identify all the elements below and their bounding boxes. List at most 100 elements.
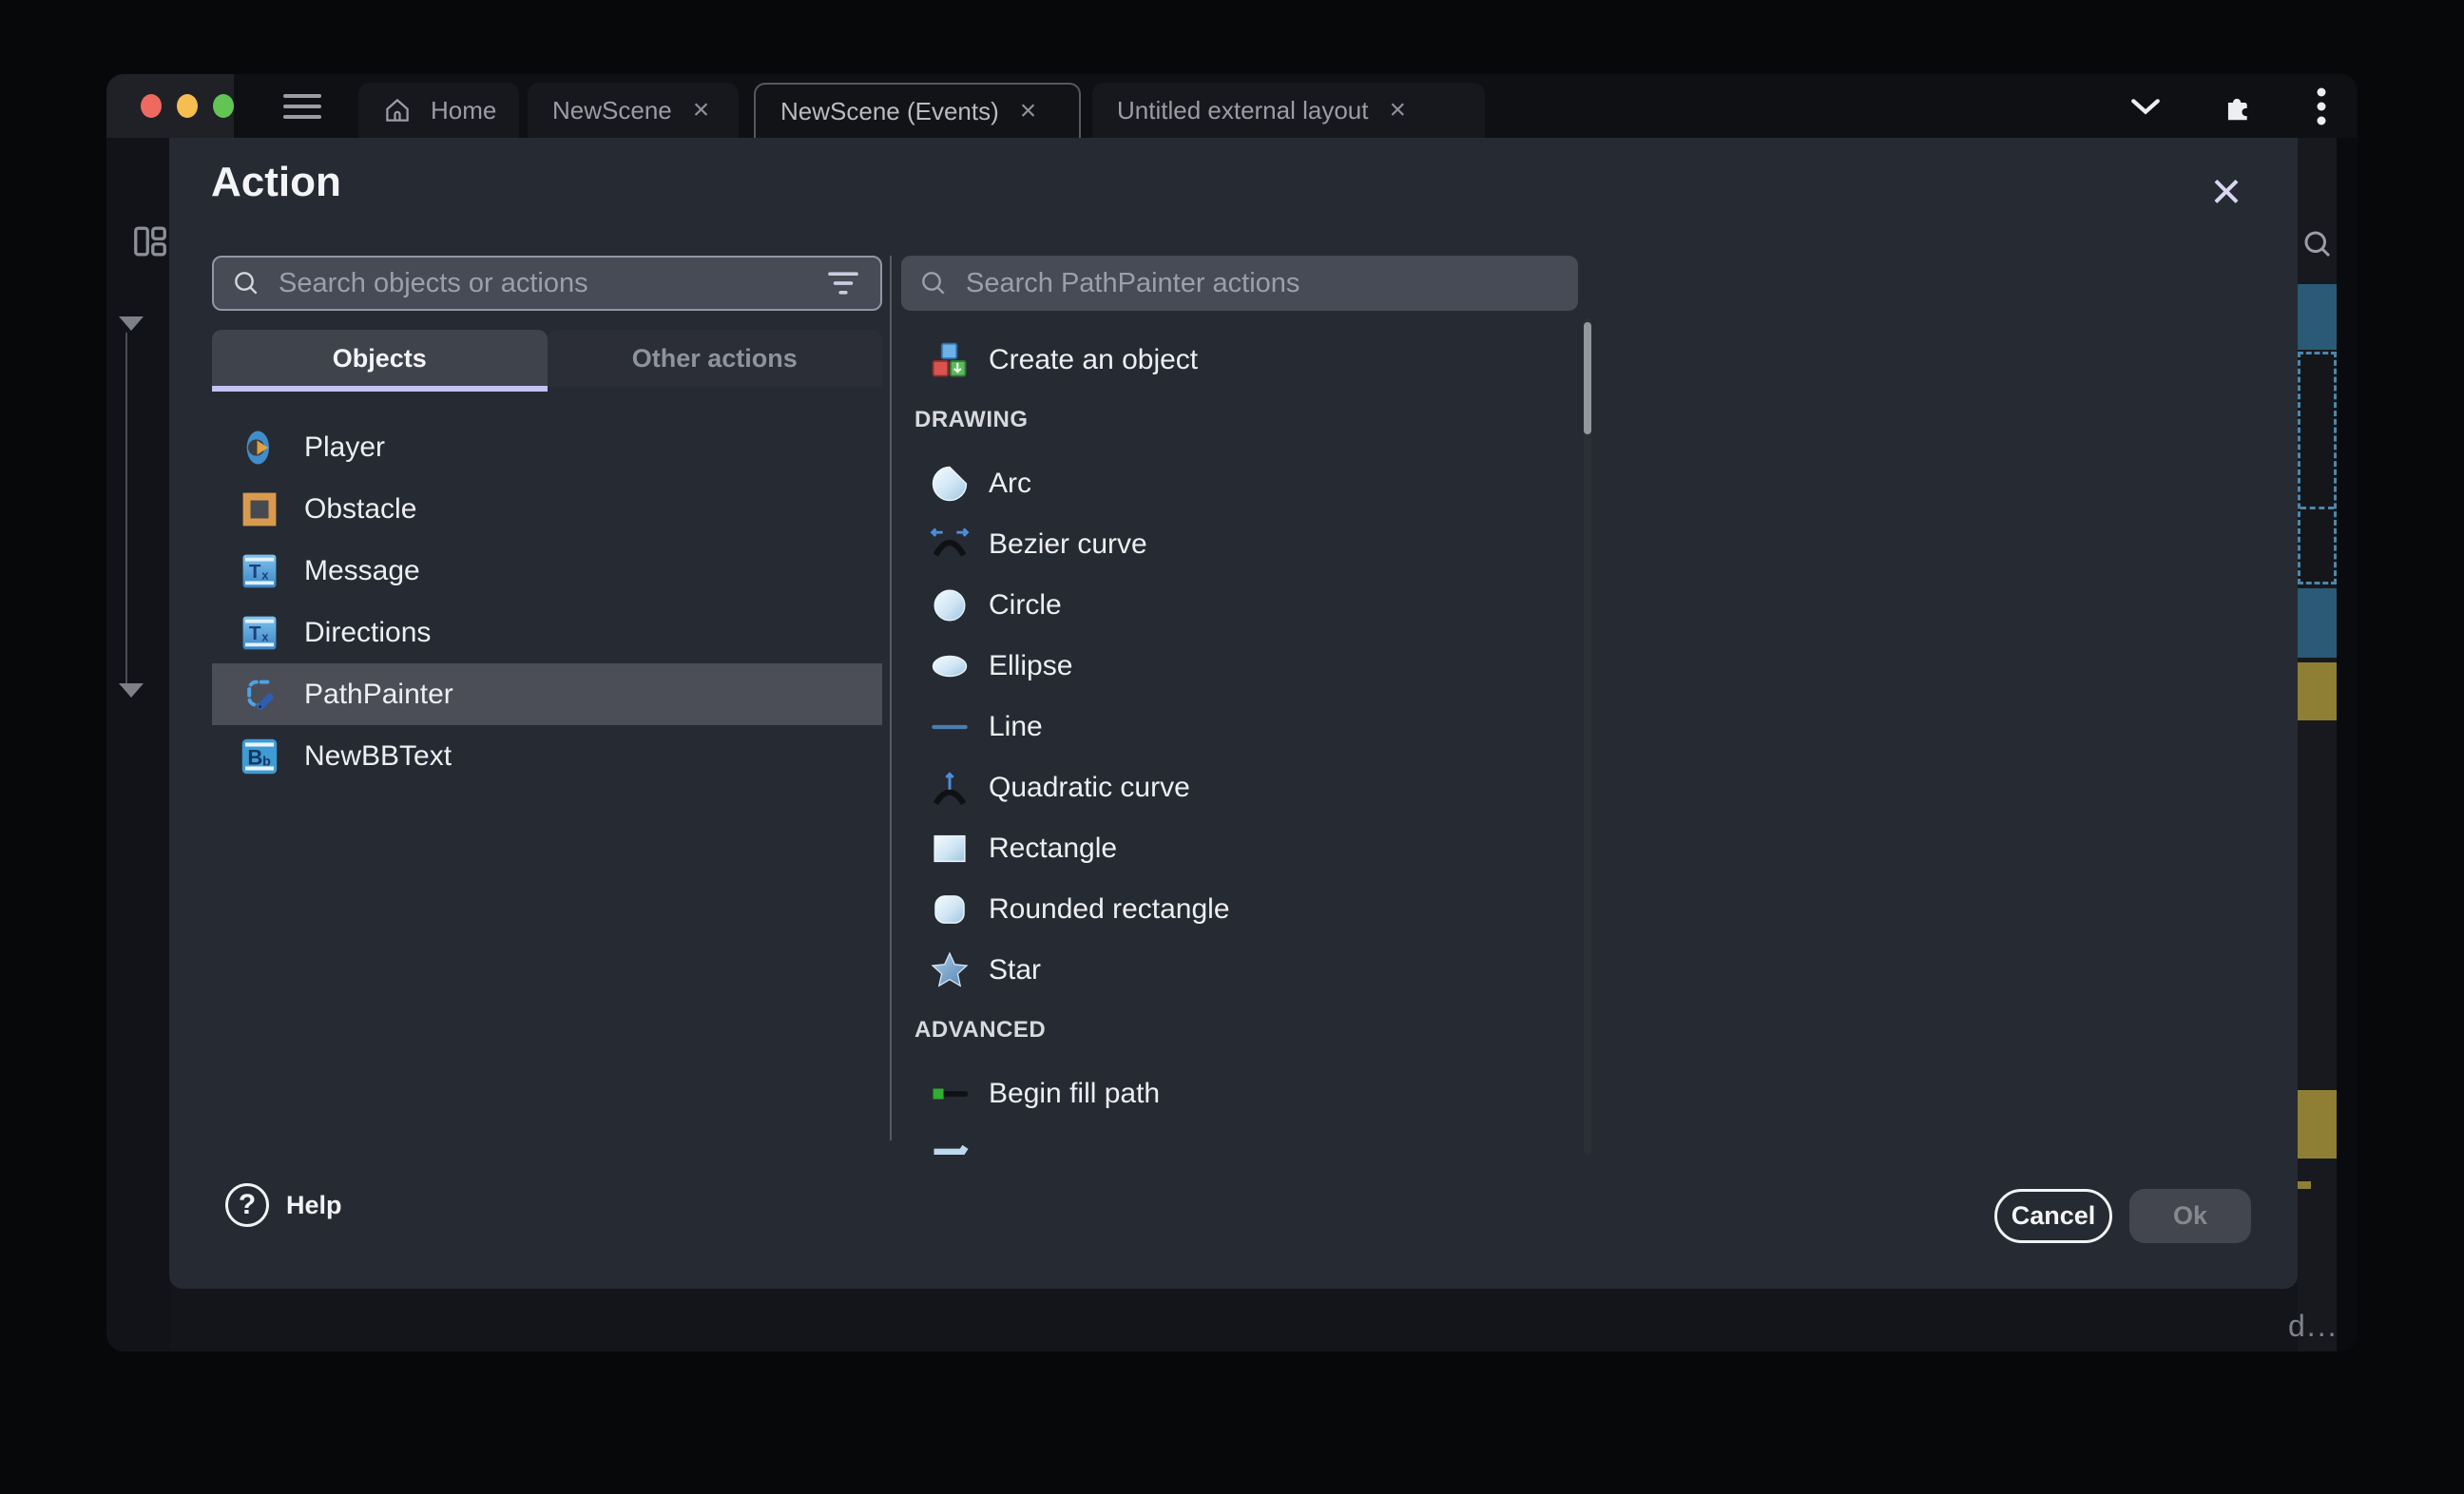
object-item-directions[interactable]: T x Directions bbox=[212, 602, 882, 663]
objects-search-input[interactable] bbox=[277, 267, 808, 300]
scene-object-block bbox=[2298, 588, 2337, 658]
filter-icon[interactable] bbox=[823, 266, 863, 300]
obstacle-icon bbox=[241, 490, 279, 528]
action-item-begin-fill-path[interactable]: Begin fill path bbox=[901, 1063, 1578, 1124]
home-icon bbox=[383, 96, 412, 124]
help-label: Help bbox=[286, 1191, 342, 1220]
cancel-button[interactable]: Cancel bbox=[1994, 1189, 2112, 1243]
fill-path-partial-icon bbox=[928, 1144, 972, 1155]
quadratic-curve-icon bbox=[928, 766, 972, 810]
actions-list: Create an object DRAWING Arc Bezi bbox=[901, 318, 1578, 1155]
tree-guide-line bbox=[125, 333, 127, 683]
svg-text:B: B bbox=[247, 745, 262, 769]
action-item-rectangle[interactable]: Rectangle bbox=[901, 818, 1578, 879]
player-icon bbox=[241, 429, 279, 467]
action-label: Rectangle bbox=[989, 833, 1117, 865]
extensions-puzzle-icon[interactable] bbox=[2221, 88, 2257, 124]
object-label: NewBBText bbox=[304, 740, 452, 773]
panel-divider bbox=[890, 256, 892, 1140]
arc-icon bbox=[928, 462, 972, 506]
scene-selection-dashed bbox=[2298, 352, 2337, 584]
text-object-icon: T x bbox=[241, 552, 279, 590]
window-tab-bar: Home NewScene × NewScene (Events) × Unti… bbox=[106, 74, 2358, 138]
line-icon bbox=[928, 705, 972, 749]
section-header-drawing: DRAWING bbox=[901, 398, 1578, 442]
search-icon bbox=[918, 268, 949, 298]
layout-icon bbox=[133, 225, 167, 262]
create-object-icon bbox=[928, 338, 972, 382]
svg-text:x: x bbox=[261, 568, 268, 582]
tab-objects[interactable]: Objects bbox=[212, 330, 548, 387]
action-label: Circle bbox=[989, 589, 1062, 622]
minimize-window-button[interactable] bbox=[177, 94, 198, 118]
actions-scrollbar-track[interactable] bbox=[1584, 318, 1591, 1155]
action-label: Rounded rectangle bbox=[989, 893, 1230, 926]
actions-scrollbar-thumb[interactable] bbox=[1584, 322, 1591, 434]
section-header-advanced: ADVANCED bbox=[901, 1008, 1578, 1052]
action-item-partial[interactable] bbox=[901, 1136, 1578, 1155]
action-label: Star bbox=[989, 954, 1041, 986]
action-item-circle[interactable]: Circle bbox=[901, 575, 1578, 636]
object-label: Obstacle bbox=[304, 493, 416, 526]
actions-search-input[interactable] bbox=[964, 267, 1561, 300]
tab-close-icon[interactable]: × bbox=[691, 96, 712, 124]
ok-button[interactable]: Ok bbox=[2129, 1189, 2251, 1243]
kebab-menu-icon[interactable] bbox=[2316, 86, 2327, 126]
star-icon bbox=[928, 948, 972, 992]
action-item-line[interactable]: Line bbox=[901, 697, 1578, 757]
scene-object-block bbox=[2298, 1181, 2311, 1189]
help-icon: ? bbox=[225, 1183, 269, 1227]
tab-close-icon[interactable]: × bbox=[1387, 96, 1408, 124]
dialog-close-button[interactable]: × bbox=[2198, 163, 2255, 220]
object-item-pathpainter[interactable]: PathPainter bbox=[212, 663, 882, 725]
ellipse-icon bbox=[928, 644, 972, 688]
object-item-obstacle[interactable]: Obstacle bbox=[212, 478, 882, 540]
action-item-quadratic-curve[interactable]: Quadratic curve bbox=[901, 757, 1578, 818]
action-dialog: Action × Objects Other actions bbox=[169, 138, 2298, 1289]
tab-untitled-external-layout[interactable]: Untitled external layout × bbox=[1092, 83, 1485, 138]
action-label: Bezier curve bbox=[989, 528, 1147, 561]
action-item-bezier-curve[interactable]: Bezier curve bbox=[901, 514, 1578, 575]
scene-object-block bbox=[2298, 662, 2337, 720]
object-label: Directions bbox=[304, 617, 431, 649]
action-item-ellipse[interactable]: Ellipse bbox=[901, 636, 1578, 697]
tab-label: NewScene (Events) bbox=[780, 97, 999, 126]
object-item-player[interactable]: Player bbox=[212, 416, 882, 478]
tab-label: Objects bbox=[333, 344, 427, 374]
tree-collapse-arrow[interactable] bbox=[119, 683, 144, 698]
object-item-message[interactable]: T x Message bbox=[212, 540, 882, 602]
action-item-arc[interactable]: Arc bbox=[901, 453, 1578, 514]
svg-text:b: b bbox=[262, 754, 271, 769]
action-item-create-an-object[interactable]: Create an object bbox=[901, 330, 1578, 391]
object-item-newbbtext[interactable]: B b NewBBText bbox=[212, 725, 882, 787]
svg-text:T: T bbox=[249, 561, 261, 583]
chevron-down-icon[interactable] bbox=[2129, 96, 2162, 117]
close-window-button[interactable] bbox=[141, 94, 162, 118]
action-label: Begin fill path bbox=[989, 1078, 1160, 1110]
dialog-title: Action bbox=[211, 159, 341, 206]
tab-label: Home bbox=[431, 96, 496, 125]
truncated-background-text: d... bbox=[2288, 1309, 2338, 1344]
begin-fill-path-icon bbox=[928, 1072, 972, 1116]
action-label: Quadratic curve bbox=[989, 772, 1190, 804]
tab-home[interactable]: Home bbox=[358, 83, 519, 138]
scene-canvas-strip: d... bbox=[2298, 138, 2337, 1351]
bbtext-icon: B b bbox=[241, 737, 279, 776]
object-label: PathPainter bbox=[304, 679, 453, 711]
main-menu-icon[interactable] bbox=[276, 88, 329, 124]
tab-newscene-events[interactable]: NewScene (Events) × bbox=[754, 83, 1081, 138]
help-button[interactable]: ? Help bbox=[225, 1183, 342, 1227]
search-icon[interactable] bbox=[2300, 227, 2335, 266]
object-label: Player bbox=[304, 431, 385, 464]
tab-other-actions[interactable]: Other actions bbox=[548, 330, 883, 387]
action-item-rounded-rectangle[interactable]: Rounded rectangle bbox=[901, 879, 1578, 940]
text-object-icon: T x bbox=[241, 614, 279, 652]
search-icon bbox=[231, 268, 261, 298]
zoom-window-button[interactable] bbox=[213, 94, 234, 118]
tree-collapse-arrow[interactable] bbox=[119, 316, 144, 331]
scene-editor-right-edge: d... bbox=[2298, 138, 2358, 1351]
action-item-star[interactable]: Star bbox=[901, 940, 1578, 1001]
tab-newscene[interactable]: NewScene × bbox=[528, 83, 739, 138]
tab-close-icon[interactable]: × bbox=[1018, 97, 1039, 125]
svg-text:T: T bbox=[249, 622, 261, 644]
